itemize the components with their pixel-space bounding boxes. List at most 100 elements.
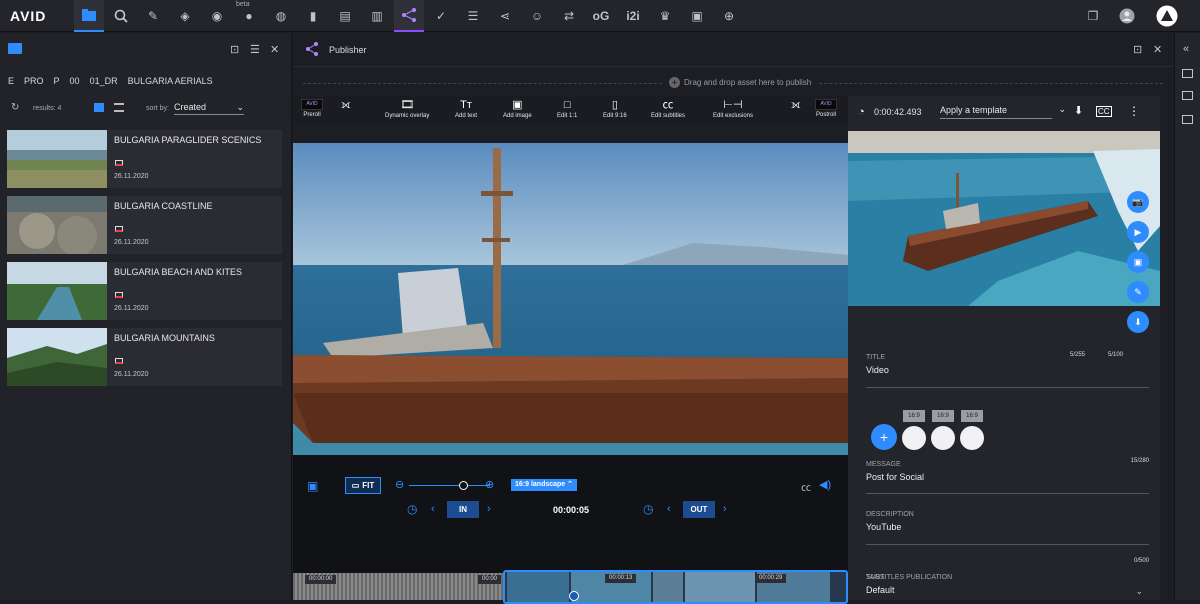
panel-icon[interactable] [1182,69,1193,78]
search-icon[interactable] [106,0,136,32]
clock-icon[interactable]: ◷ [407,502,417,516]
user-icon[interactable]: ☺ [522,0,552,32]
add-text-button[interactable]: Tт Add text [455,99,477,119]
template-select[interactable]: Apply a template ⌄ [940,104,1066,119]
out-button[interactable]: OUT [683,501,715,518]
badge-icon[interactable]: ● [234,0,264,32]
description-field[interactable]: DESCRIPTION YouTube [866,511,1149,545]
dynamic-overlay-button[interactable]: 🎞 Dynamic overlay [385,99,429,119]
youtube-destination-icon[interactable] [931,426,955,450]
download-button[interactable]: ⬇ [1127,311,1149,333]
layers-icon[interactable]: ❐ [1078,0,1108,32]
portrait-icon: ▯ [611,99,618,111]
clock-icon[interactable]: ◷ [643,502,653,516]
cc-icon[interactable]: ㏄ [801,479,811,494]
add-image-button[interactable]: ▣ Add image [503,99,532,119]
media-icon[interactable] [1182,91,1193,100]
asset-item[interactable]: BULGARIA PARAGLIDER SCENICS 26.11.2020 [7,130,282,188]
breadcrumb-item[interactable]: P [54,76,60,86]
refresh-icon[interactable]: ↻ [11,102,19,113]
edit-subtitles-button[interactable]: ㏄ Edit subtitles [651,99,685,119]
timeline-selection[interactable]: 00:00:13 00:00:29 [503,570,848,604]
trophy-icon[interactable]: ♛ [650,0,680,32]
more-icon[interactable]: ⋮ [1128,104,1140,118]
twitter-destination-icon[interactable] [960,426,984,450]
download-icon[interactable]: ⬇ [1074,104,1083,117]
asset-item[interactable]: BULGARIA MOUNTAINS 26.11.2020 [7,328,282,386]
drop-zone[interactable]: + Drag and drop asset here to publish [303,69,1163,97]
video-camera-button[interactable]: ▶ [1127,221,1149,243]
chevron-right-icon[interactable]: › [723,503,727,515]
cc-icon[interactable]: CC [1096,106,1112,117]
edit-button[interactable]: ✎ [1127,281,1149,303]
share-icon[interactable]: ⋖ [490,0,520,32]
og-icon[interactable]: oG [586,0,616,32]
breadcrumb-item[interactable]: 01_DR [90,76,118,86]
asset-item[interactable]: BULGARIA COASTLINE 26.11.2020 [7,196,282,254]
close-icon[interactable]: ✕ [1153,43,1162,56]
chat-icon[interactable]: ◍ [266,0,296,32]
sort-select[interactable]: Created ⌄ [174,102,244,115]
list-icon[interactable]: ☰ [458,0,488,32]
edit-9-16-button[interactable]: ▯ Edit 9:16 [603,99,627,119]
brand-logo-icon[interactable] [1152,0,1182,32]
subtitles-publication-field[interactable]: SUBTITLES PUBLICATION Default ⌄ [866,574,1149,596]
bookmark-icon[interactable]: ▮ [298,0,328,32]
asset-item[interactable]: BULGARIA BEACH AND KITES 26.11.2020 [7,262,282,320]
zoom-slider-track[interactable] [409,485,489,486]
breadcrumb-item[interactable]: E [8,76,14,86]
fit-button[interactable]: ▭ FIT [345,477,381,494]
in-button[interactable]: IN [447,501,479,518]
list-view-icon[interactable] [114,103,124,112]
volume-icon[interactable]: ◀) [819,478,831,491]
minimize-icon[interactable]: ⊡ [1133,43,1142,56]
tree-icon[interactable] [1182,115,1193,124]
diamond-icon[interactable]: ◈ [170,0,200,32]
camera-button[interactable]: 📷 [1127,191,1149,213]
zoom-out-icon[interactable]: ⊖ [395,478,404,491]
edit-1-1-button[interactable]: □ Edit 1:1 [557,99,577,119]
document-icon[interactable]: ▤ [330,0,360,32]
trim-handle-icon[interactable]: ⟗ [791,99,801,113]
folder-icon[interactable] [74,0,104,32]
image-download-icon[interactable]: ▣ [307,479,318,493]
postroll-button[interactable]: AVID Postroll [815,99,837,118]
asset-title: BULGARIA COASTLINE [114,201,213,211]
chevron-left-icon[interactable]: ‹ [431,503,435,515]
grid-view-icon[interactable] [94,103,104,112]
message-field[interactable]: MESSAGE 15/280 Post for Social [866,458,1149,494]
check-icon[interactable]: ✓ [426,0,456,32]
title-field[interactable]: TITLE 5/255 5/100 Video [866,352,1149,388]
minimize-icon[interactable]: ⊡ [230,43,239,56]
gallery-button[interactable]: ▣ [1127,251,1149,273]
facebook-destination-icon[interactable] [902,426,926,450]
edit-exclusions-button[interactable]: ⊢⊣ Edit exclusions [713,99,753,119]
edit-icon[interactable]: ✎ [138,0,168,32]
i2i-icon[interactable]: i2i [618,0,648,32]
zoom-slider-handle[interactable] [459,481,468,490]
asset-title: BULGARIA PARAGLIDER SCENICS [114,135,262,145]
transfer-icon[interactable]: ⇄ [554,0,584,32]
preroll-button[interactable]: AVID Preroll [301,99,323,118]
trim-handle-icon[interactable]: ⟗ [341,99,351,113]
close-icon[interactable]: ✕ [270,43,279,56]
zoom-icon[interactable]: ⊕ [714,0,744,32]
chevron-left-icon[interactable]: ‹ [667,503,671,515]
breadcrumb-item[interactable]: PRO [24,76,44,86]
menu-icon[interactable]: ☰ [250,43,260,56]
timeline[interactable]: 00:00:00 00:00 00:00:13 00:00:29 [293,570,848,604]
avatar-icon[interactable] [1112,0,1142,32]
add-destination-button[interactable]: + [871,424,897,450]
aspect-ratio-select[interactable]: 16:9 landscape ⌃ [511,479,578,491]
breadcrumb-item[interactable]: 00 [70,76,80,86]
collapse-icon[interactable]: « [1183,43,1189,55]
fit-icon: ▭ [351,481,360,490]
breadcrumb-item-current[interactable]: BULGARIA AERIALS [128,76,213,86]
person-icon[interactable]: ◉ [202,0,232,32]
zoom-in-icon[interactable]: ⊕ [485,478,494,491]
chevron-right-icon[interactable]: › [487,503,491,515]
share-publisher-icon[interactable] [394,0,424,32]
storyboard-icon[interactable]: ▥ [362,0,392,32]
video-preview[interactable] [293,143,848,455]
presentation-icon[interactable]: ▣ [682,0,712,32]
